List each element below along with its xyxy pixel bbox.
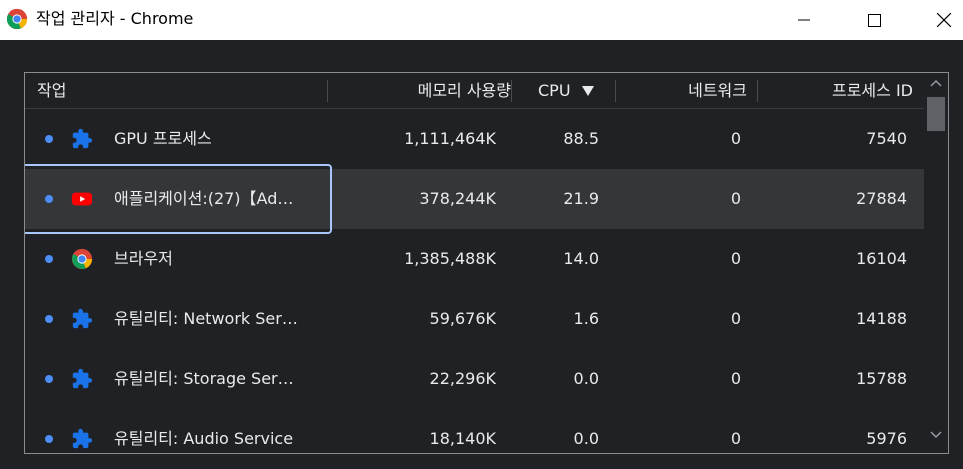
puzzle-icon — [72, 308, 93, 329]
network-value: 0 — [730, 309, 741, 328]
sort-descending-icon — [582, 86, 594, 96]
memory-value: 22,296K — [429, 369, 496, 388]
table-row[interactable]: GPU 프로세스 1,111,464K 88.5 0 7540 — [25, 109, 924, 169]
puzzle-icon — [72, 128, 93, 149]
table-row[interactable]: 브라우저 1,385,488K 14.0 0 16104 — [25, 229, 924, 289]
minimize-icon — [798, 19, 810, 21]
status-dot — [45, 435, 53, 443]
column-header-pid[interactable]: 프로세스 ID — [832, 73, 913, 108]
table-row[interactable]: 유틸리티: Audio Service 18,140K 0.0 0 5976 — [25, 409, 924, 453]
column-header-cpu[interactable]: CPU — [538, 73, 571, 108]
memory-value: 1,385,488K — [404, 249, 496, 268]
pid-value: 14188 — [856, 309, 907, 328]
scrollbar-thumb[interactable] — [927, 97, 945, 131]
close-icon — [937, 13, 951, 27]
network-value: 0 — [730, 369, 741, 388]
network-value: 0 — [730, 249, 741, 268]
scroll-down-arrow-icon[interactable] — [930, 431, 942, 439]
memory-value: 18,140K — [429, 429, 496, 448]
cpu-value: 0.0 — [573, 429, 599, 448]
title-bar[interactable]: 작업 관리자 - Chrome — [0, 0, 963, 40]
column-divider[interactable] — [757, 80, 758, 102]
cpu-value: 21.9 — [563, 189, 599, 208]
cpu-value: 14.0 — [563, 249, 599, 268]
status-dot — [45, 135, 53, 143]
chrome-icon — [6, 8, 28, 30]
column-divider[interactable] — [511, 80, 512, 102]
chrome-icon — [71, 248, 93, 270]
cpu-value: 1.6 — [573, 309, 599, 328]
puzzle-icon — [72, 428, 93, 449]
scroll-up-arrow-icon[interactable] — [930, 79, 942, 87]
task-name: GPU 프로세스 — [114, 129, 212, 148]
task-name: 브라우저 — [114, 249, 173, 268]
memory-value: 1,111,464K — [404, 129, 496, 148]
memory-value: 378,244K — [419, 189, 496, 208]
table-row[interactable]: 유틸리티: Network Ser… 59,676K 1.6 0 14188 — [25, 289, 924, 349]
pid-value: 16104 — [856, 249, 907, 268]
column-header-network[interactable]: 네트워크 — [688, 73, 747, 108]
minimize-button[interactable] — [781, 0, 827, 40]
network-value: 0 — [730, 189, 741, 208]
task-name: 유틸리티: Storage Ser… — [114, 369, 294, 388]
task-name: 유틸리티: Audio Service — [114, 429, 294, 448]
status-dot — [45, 375, 53, 383]
close-button[interactable] — [921, 0, 963, 40]
status-dot — [45, 315, 53, 323]
vertical-scrollbar[interactable] — [924, 73, 948, 453]
column-header-task[interactable]: 작업 — [37, 73, 66, 108]
pid-value: 5976 — [866, 429, 907, 448]
window-title: 작업 관리자 - Chrome — [36, 9, 194, 28]
status-dot — [45, 255, 53, 263]
pid-value: 7540 — [866, 129, 907, 148]
pid-value: 15788 — [856, 369, 907, 388]
task-name: 유틸리티: Network Ser… — [114, 309, 298, 328]
table-row[interactable]: 유틸리티: Storage Ser… 22,296K 0.0 0 15788 — [25, 349, 924, 409]
maximize-icon — [867, 13, 881, 27]
cpu-value: 0.0 — [573, 369, 599, 388]
column-header-memory[interactable]: 메모리 사용량 — [418, 73, 511, 108]
focus-ring — [25, 164, 332, 234]
pid-value: 27884 — [856, 189, 907, 208]
column-divider[interactable] — [327, 80, 328, 102]
process-table[interactable]: 작업 메모리 사용량 CPU 네트워크 프로세스 ID GPU 프로세스 1,1… — [24, 72, 949, 454]
network-value: 0 — [730, 429, 741, 448]
cpu-value: 88.5 — [563, 129, 599, 148]
table-header: 작업 메모리 사용량 CPU 네트워크 프로세스 ID — [25, 73, 924, 109]
maximize-button[interactable] — [851, 0, 897, 40]
column-divider[interactable] — [615, 80, 616, 102]
network-value: 0 — [730, 129, 741, 148]
puzzle-icon — [72, 368, 93, 389]
memory-value: 59,676K — [429, 309, 496, 328]
